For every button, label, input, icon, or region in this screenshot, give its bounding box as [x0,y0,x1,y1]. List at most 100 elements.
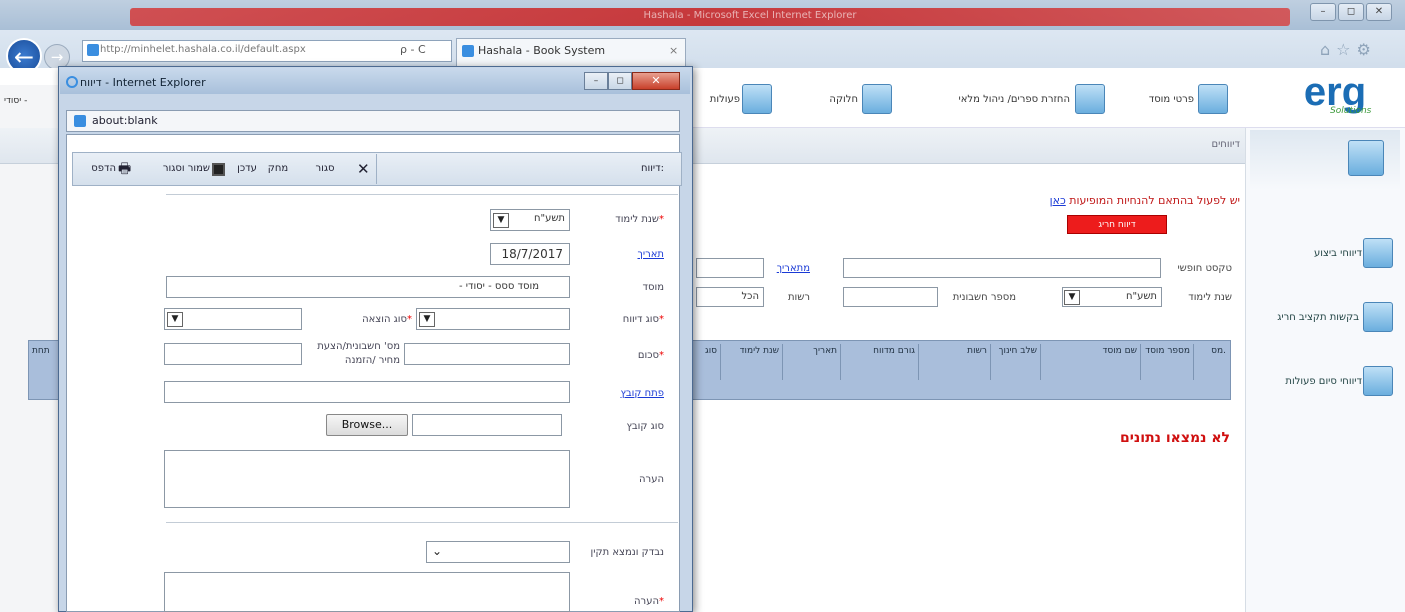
school-year-label: שנת לימוד [1188,292,1232,303]
note2-label: הערה [600,596,664,610]
budget-request-icon[interactable] [1363,302,1393,332]
checked-select[interactable] [426,541,570,563]
col-institution-name[interactable]: שם מוסד [1040,344,1140,380]
side-item-budget-requests[interactable]: בקשות תקציב חריג [1249,312,1359,323]
ie-logo-icon [66,76,78,88]
amount-input[interactable] [404,343,570,365]
note-textarea[interactable] [164,450,570,508]
report-type-select[interactable] [416,308,570,330]
side-item-closing-reports[interactable]: דיווחי סיום פעולות [1252,376,1362,387]
menu-returns-inventory[interactable]: החזרת ספרים/ ניהול מלאי [930,94,1070,108]
col-reporter[interactable]: גורם מדווח [840,344,918,380]
address-url[interactable]: http://minhelet.hashala.co.il/default.as… [100,44,360,58]
toolbar-separator [166,194,678,195]
from-date-input[interactable] [696,258,764,278]
print-button[interactable]: הדפס [80,160,116,178]
note2-textarea[interactable] [164,572,570,612]
chevron-down-icon[interactable]: ▼ [493,213,509,228]
maximize-button[interactable]: ◻ [1338,3,1364,21]
save-icon[interactable] [212,163,225,176]
tab-close-icon[interactable]: × [669,44,681,58]
from-date-label[interactable]: מתאריך [766,263,810,277]
side-item-execution-reports[interactable]: דיווחי ביצוע [1252,248,1362,259]
report-type-label: סוג דיווח [600,314,664,328]
menu-distribution[interactable]: חלוקה [818,94,858,108]
popup-close-button[interactable]: ✕ [632,72,680,90]
institution-details-icon[interactable] [1198,84,1228,114]
invoice-number-input[interactable] [843,287,938,307]
chevron-down-icon[interactable]: ⌄ [429,545,445,560]
printer-icon[interactable]: 🖶 [118,160,138,178]
left-grid-header: תחת [32,346,50,356]
amount-label: סכום [600,350,664,364]
attach-label: סוג קובץ [626,421,664,432]
menu-institution-details[interactable]: פרטי מוסד [1120,94,1194,108]
tab-label[interactable]: Hashala - Book System [478,44,628,60]
tab-favicon-icon [462,45,474,57]
exceptional-report-button[interactable]: דיווח חריג [1067,215,1167,234]
col-authority[interactable]: רשות [918,344,990,380]
invoice-number-label: מספר חשבונית [952,292,1016,303]
year-label: שנת לימוד [588,214,664,228]
report-label: דיווח: [640,163,664,174]
popup-page-icon [74,115,86,127]
activities-icon[interactable] [742,84,772,114]
free-text-label: טקסט חופשי [1177,263,1232,274]
chevron-down-icon[interactable]: ▼ [419,312,435,327]
chevron-down-icon[interactable]: ▼ [1064,290,1080,305]
authority-select[interactable]: הכל [696,287,764,307]
close-x-icon[interactable]: ✕ [357,160,375,178]
menu-activities[interactable]: פעולות [700,94,740,108]
authority-label: רשות [787,292,810,303]
minimize-button[interactable]: – [1310,3,1336,21]
popup-maximize-button[interactable]: ◻ [608,72,632,90]
free-text-input[interactable] [843,258,1161,278]
popup-body [66,134,680,612]
warning-link[interactable]: כאן [1050,194,1066,207]
col-education-stage[interactable]: שלב חינוך [990,344,1040,380]
col-school-year[interactable]: שנת לימוד [720,344,782,380]
left-cut-text: יסודי - [4,96,28,106]
browse-button[interactable]: Browse... [326,414,408,436]
warning-text: יש לפעול בהתאם להנחיות המופיעות כאן [895,194,1240,210]
distribution-icon[interactable] [862,84,892,114]
save-close-button[interactable]: שמור וסגור [146,160,210,178]
window-title: Hashala - Microsoft Excel Internet Explo… [643,10,857,21]
search-refresh-icons[interactable]: ρ - C [400,43,450,57]
popup-minimize-button[interactable]: – [584,72,608,90]
expense-type-label: סוג הוצאה [330,314,412,328]
invoice-input[interactable] [164,343,302,365]
date-label[interactable]: תאריך [600,249,664,263]
edit-button[interactable]: עדכן [232,160,262,178]
no-data-message: לא נמצאו נתונים [1120,430,1230,446]
execution-reports-icon[interactable] [1363,238,1393,268]
file-input[interactable] [412,414,562,436]
returns-inventory-icon[interactable] [1075,84,1105,114]
ie-page-icon [87,44,99,56]
warning-message: יש לפעול בהתאם להנחיות המופיעות [1065,194,1240,207]
toolbar-divider [376,154,377,184]
expense-type-select[interactable] [164,308,302,330]
close-button[interactable]: סגור [295,160,355,178]
popup-address[interactable]: about:blank [92,114,292,128]
col-institution-number[interactable]: מספר מוסד [1140,344,1193,380]
col-type[interactable]: סוג [690,344,720,380]
delete-button[interactable]: מחק [263,160,293,178]
col-date[interactable]: תאריך [782,344,840,380]
date-input[interactable]: 18/7/2017 [490,243,570,265]
home-star-gear-icons[interactable]: ⌂☆⚙ [1320,40,1395,60]
chevron-down-icon[interactable]: ▼ [167,312,183,327]
closing-reports-icon[interactable] [1363,366,1393,396]
form-separator [166,522,678,523]
search-doc-icon [1348,140,1384,176]
col-number[interactable]: מס. [1193,344,1229,380]
breadcrumb: דיווחים [1211,139,1240,150]
file-path-field [164,381,570,403]
popup-title: דיווח - Internet Explorer [80,76,206,89]
invoice-label: מס' חשבונית/הצעת מחיר /הזמנה [317,341,400,366]
institution-field: - מוסד ססס - יסודי [166,276,570,298]
close-window-button[interactable]: ✕ [1366,3,1392,21]
institution-label: מוסד [642,282,664,293]
open-file-link[interactable]: פתח קובץ [600,388,664,402]
erg-logo-sub: Solutions [1330,106,1372,116]
